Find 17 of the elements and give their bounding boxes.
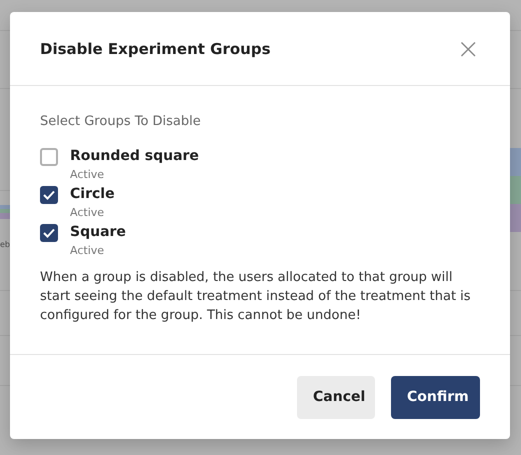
group-status: Active: [70, 204, 106, 220]
group-status: Active: [70, 242, 106, 258]
checkbox[interactable]: [40, 148, 58, 166]
warning-text: When a group is disabled, the users allocated to that group will start seeing the default treatment instead of the treatment that is configured for the group. This cannot be undone!: [40, 268, 472, 324]
confirm-button[interactable]: Confirm: [391, 376, 480, 418]
group-name: Square: [70, 222, 126, 242]
check-icon: [43, 228, 55, 238]
group-status: Active: [70, 166, 106, 182]
axis-label: eb: [0, 241, 10, 249]
cancel-button[interactable]: Cancel: [297, 376, 375, 418]
section-label: Select Groups To Disable: [40, 113, 202, 131]
checkbox[interactable]: [40, 224, 58, 242]
checkbox[interactable]: [40, 186, 58, 204]
group-name: Rounded square: [70, 146, 199, 166]
check-icon: [43, 190, 55, 200]
dialog-title: Disable Experiment Groups: [40, 40, 271, 58]
group-name: Circle: [70, 184, 115, 204]
